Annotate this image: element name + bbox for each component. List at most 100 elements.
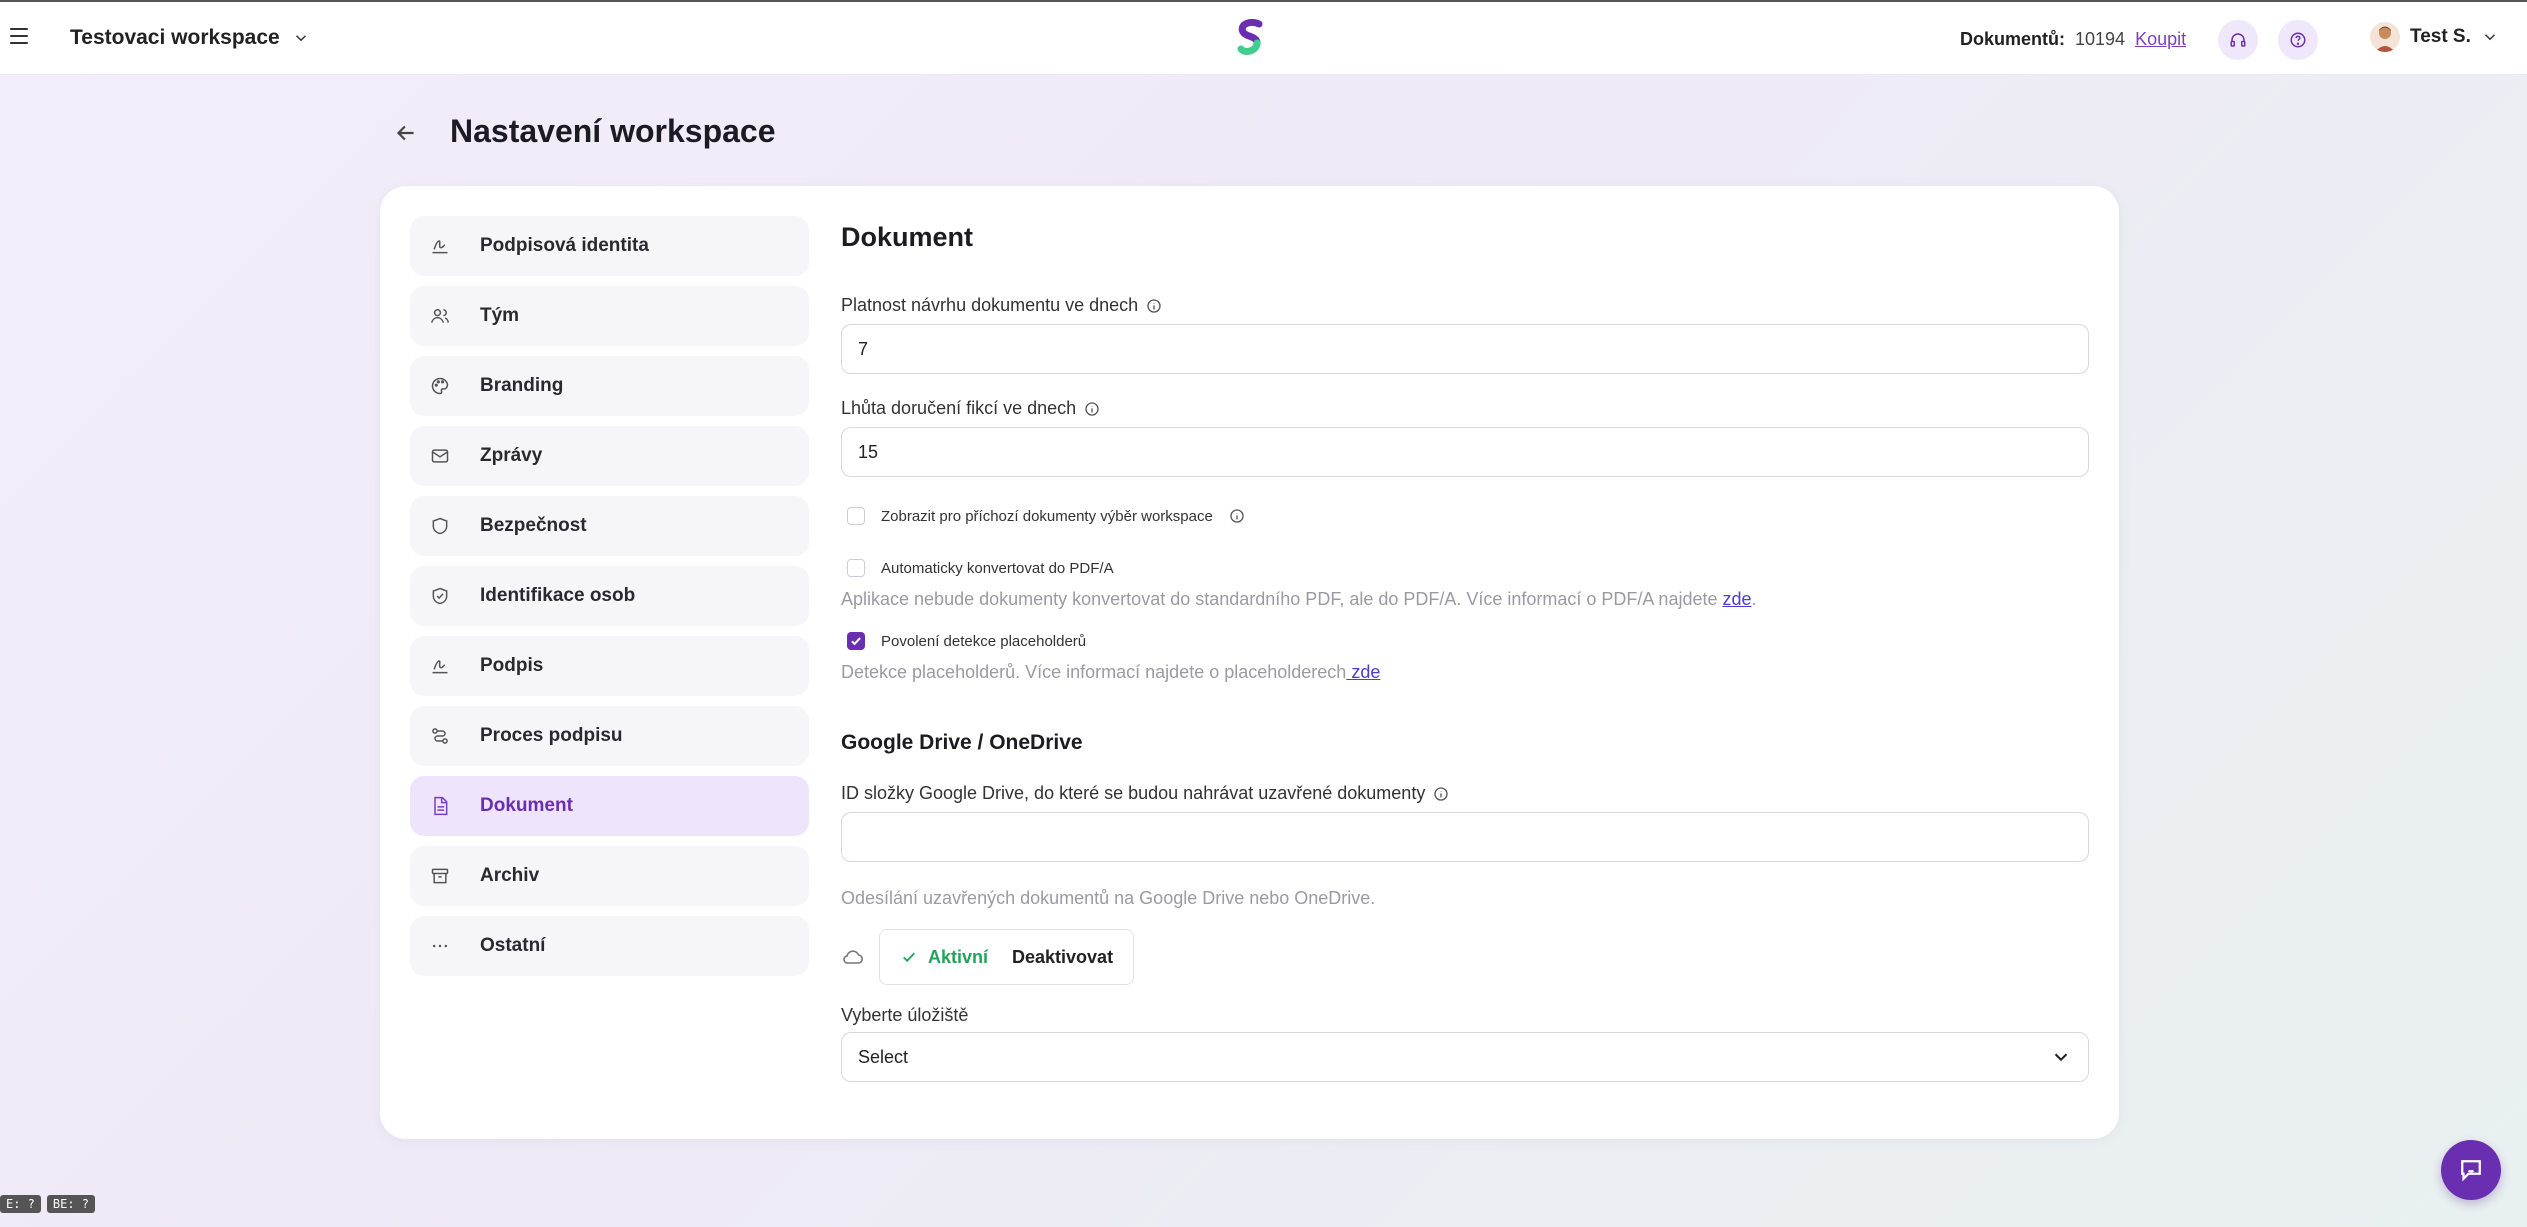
deactivate-button[interactable]: Deaktivovat — [1012, 947, 1113, 968]
info-icon[interactable] — [1146, 298, 1162, 314]
sidebar-item-label: Ostatní — [480, 935, 546, 956]
headset-icon — [2230, 33, 2246, 47]
gdrive-hint: Odesílání uzavřených dokumentů na Google… — [841, 888, 1376, 908]
shield-check-icon — [430, 586, 450, 606]
placeholder-hint-text: Detekce placeholderů. Více informací naj… — [841, 662, 1347, 682]
delivery-days-input[interactable] — [841, 427, 2089, 477]
storage-select[interactable]: Select — [841, 1032, 2089, 1082]
sidebar-item-other[interactable]: Ostatní — [410, 916, 809, 976]
settings-card: Podpisová identita Tým Branding Zprávy B… — [380, 186, 2119, 1139]
validity-label: Platnost návrhu dokumentu ve dnech — [841, 295, 1139, 315]
settings-sidebar: Podpisová identita Tým Branding Zprávy B… — [410, 216, 809, 986]
sidebar-item-label: Tým — [480, 305, 520, 326]
pdfa-hint-text: Aplikace nebude dokumenty konvertovat do… — [841, 589, 1723, 609]
documents-counter: Dokumentů: 10194 Koupit — [1960, 29, 2186, 50]
mail-icon — [430, 446, 450, 466]
ellipsis-icon — [430, 936, 450, 956]
active-label: Aktivní — [928, 946, 989, 967]
validity-days-input[interactable] — [841, 324, 2089, 374]
pdfa-label: Automaticky konvertovat do PDF/A — [881, 559, 1114, 577]
sidebar-item-signing-identity[interactable]: Podpisová identita — [410, 216, 809, 276]
users-icon — [430, 306, 450, 326]
debug-badge: E: ? — [0, 1195, 41, 1213]
documents-label: Dokumentů: — [1960, 29, 2065, 49]
pdfa-hint-end: . — [1751, 589, 1757, 609]
pdfa-checkbox[interactable] — [847, 559, 865, 577]
help-circle-icon — [2290, 32, 2306, 48]
gdrive-toggle-group: Aktivní Deaktivovat — [879, 929, 1135, 985]
avatar — [2370, 22, 2400, 52]
section-title: Dokument — [841, 222, 974, 252]
placeholder-more-link[interactable]: zde — [1346, 662, 1380, 682]
chat-button[interactable] — [2441, 1140, 2501, 1200]
sidebar-item-security[interactable]: Bezpečnost — [410, 496, 809, 556]
placeholder-hint: Detekce placeholderů. Více informací naj… — [841, 662, 2089, 683]
sidebar-item-document[interactable]: Dokument — [410, 776, 809, 836]
app-logo — [1237, 18, 1263, 55]
chat-bot-icon — [2461, 1160, 2481, 1182]
help-button[interactable] — [2278, 20, 2318, 60]
sidebar-item-label: Zprávy — [480, 445, 543, 466]
debug-badge: BE: ? — [46, 1195, 96, 1213]
storage-label: Vyberte úložiště — [841, 1005, 969, 1025]
gdrive-title: Google Drive / OneDrive — [841, 731, 1083, 754]
workspace-name: Testovaci workspace — [70, 26, 280, 49]
chevron-down-icon — [2484, 34, 2495, 41]
show-workspace-label: Zobrazit pro příchozí dokumenty výběr wo… — [881, 507, 1213, 525]
chevron-down-icon — [295, 35, 306, 42]
palette-icon — [430, 376, 450, 396]
shield-icon — [430, 516, 450, 536]
settings-content: Dokument Platnost návrhu dokumentu ve dn… — [841, 216, 2089, 1082]
sidebar-item-team[interactable]: Tým — [410, 286, 809, 346]
chevron-down-icon — [2054, 1053, 2068, 1062]
storage-select-value: Select — [858, 1046, 909, 1067]
sidebar-item-label: Branding — [480, 375, 564, 396]
signature-icon — [430, 656, 450, 676]
user-name: Test S. — [2410, 26, 2471, 47]
page-title: Nastavení workspace — [450, 113, 776, 149]
sidebar-item-label: Bezpečnost — [480, 515, 587, 536]
placeholder-checkbox[interactable] — [847, 632, 865, 650]
delivery-label: Lhůta doručení fikcí ve dnech — [841, 398, 1077, 418]
menu-icon[interactable] — [10, 28, 28, 44]
validity-label-row: Platnost návrhu dokumentu ve dnech — [841, 295, 2089, 316]
support-button[interactable] — [2218, 20, 2258, 60]
sidebar-item-archive[interactable]: Archiv — [410, 846, 809, 906]
sidebar-item-label: Podpis — [480, 655, 544, 676]
gdrive-folder-label: ID složky Google Drive, do které se budo… — [841, 783, 1426, 803]
sidebar-item-label: Podpisová identita — [480, 235, 649, 256]
user-menu[interactable]: Test S. — [2370, 22, 2499, 52]
signature-icon — [430, 236, 450, 256]
sidebar-item-signature[interactable]: Podpis — [410, 636, 809, 696]
document-icon — [430, 796, 450, 816]
gdrive-status-row: Aktivní Deaktivovat — [841, 929, 2089, 985]
sidebar-item-label: Archiv — [480, 865, 540, 886]
documents-count: 10194 — [2075, 29, 2126, 49]
sidebar-item-signing-process[interactable]: Proces podpisu — [410, 706, 809, 766]
buy-link[interactable]: Koupit — [2135, 29, 2186, 50]
active-toggle[interactable]: Aktivní — [900, 947, 988, 968]
workspace-selector[interactable]: Testovaci workspace — [70, 26, 310, 50]
placeholder-label: Povolení detekce placeholderů — [881, 632, 1087, 650]
sidebar-item-label: Identifikace osob — [480, 585, 636, 606]
info-icon[interactable] — [1229, 508, 1245, 524]
archive-icon — [430, 866, 450, 886]
top-bar: Testovaci workspace Dokumentů: 10194 Kou… — [0, 0, 2527, 75]
gdrive-folder-input[interactable] — [841, 812, 2089, 862]
sidebar-item-branding[interactable]: Branding — [410, 356, 809, 416]
debug-badges: E: ? BE: ? — [0, 1195, 96, 1213]
show-workspace-checkbox[interactable] — [847, 507, 865, 525]
check-icon — [851, 637, 861, 646]
pdfa-hint: Aplikace nebude dokumenty konvertovat do… — [841, 589, 2089, 610]
route-icon — [430, 726, 450, 746]
info-icon[interactable] — [1084, 401, 1100, 417]
sidebar-item-messages[interactable]: Zprávy — [410, 426, 809, 486]
check-icon — [903, 952, 915, 963]
pdfa-row: Automaticky konvertovat do PDF/A — [847, 559, 2089, 577]
pdfa-more-link[interactable]: zde — [1723, 589, 1752, 609]
sidebar-item-identification[interactable]: Identifikace osob — [410, 566, 809, 626]
sidebar-item-label: Proces podpisu — [480, 725, 623, 746]
sidebar-item-label: Dokument — [480, 795, 573, 816]
back-arrow-icon[interactable] — [393, 120, 419, 146]
info-icon[interactable] — [1433, 786, 1449, 802]
